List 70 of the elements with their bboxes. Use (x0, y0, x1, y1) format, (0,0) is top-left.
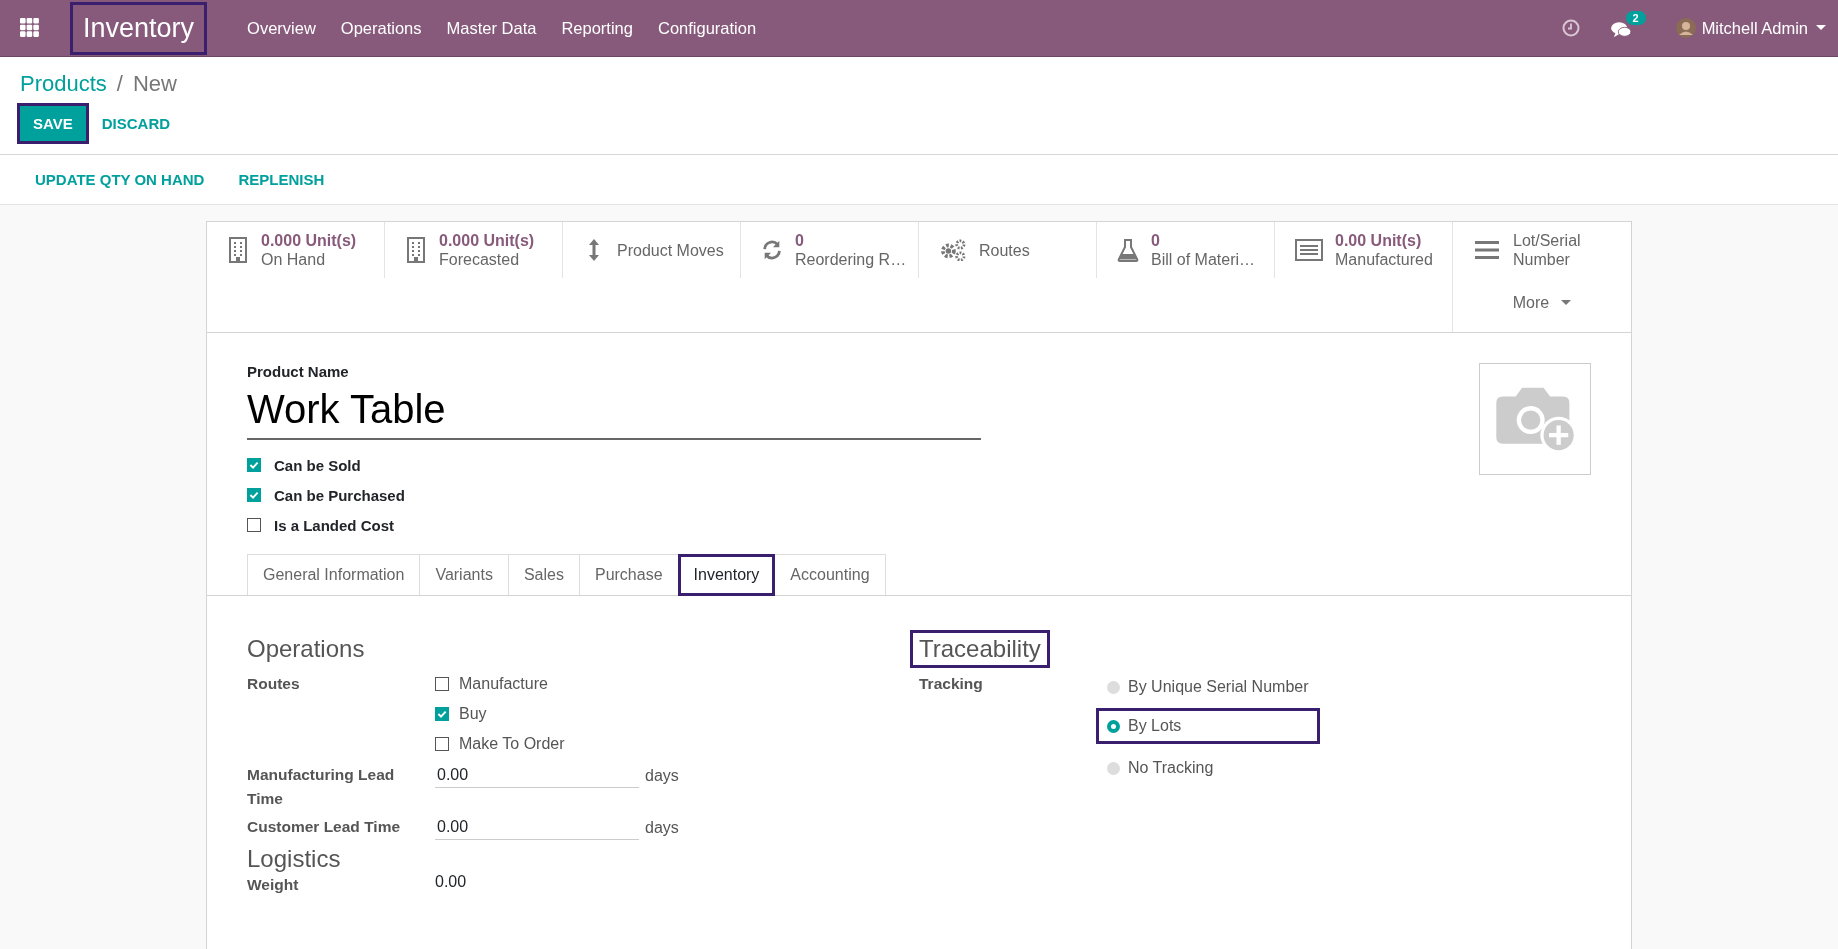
unit-label: days (645, 818, 679, 838)
building-icon (405, 237, 427, 263)
menu-item[interactable]: Operations (340, 18, 422, 38)
flask-icon (1117, 237, 1139, 263)
stat-button[interactable]: 0.000 Unit(s) On Hand (207, 222, 385, 278)
tab[interactable]: General Information (247, 554, 421, 595)
caret-icon (1561, 300, 1572, 306)
checkbox-label: Manufacture (459, 675, 548, 693)
menu-item[interactable]: Reporting (561, 18, 633, 38)
image-upload-button[interactable] (1479, 363, 1591, 475)
apps-grid-icon[interactable] (20, 18, 40, 38)
checkbox-label: Can be Purchased (274, 486, 405, 504)
field-label: Product Name (247, 363, 350, 380)
checkbox[interactable] (247, 458, 261, 472)
breadcrumb-current: New (132, 71, 177, 97)
checkbox[interactable] (435, 677, 449, 691)
section-title: Operations (246, 634, 366, 664)
field-label: Manufacturing Lead Time (247, 765, 396, 809)
checkbox-label: Make To Order (459, 735, 565, 753)
avatar-icon[interactable] (1675, 18, 1696, 38)
breadcrumb-link[interactable]: Products (20, 71, 107, 97)
field-label: Weight (247, 875, 300, 895)
checkbox-label: Is a Landed Cost (274, 516, 395, 534)
user-menu[interactable]: Mitchell Admin (1701, 18, 1808, 38)
app-name[interactable]: Inventory (70, 1, 208, 55)
stat-button[interactable]: 0 Bill of Materi… (1097, 222, 1275, 278)
breadcrumb-separator: / (116, 71, 123, 97)
checkbox[interactable] (247, 488, 261, 502)
menu-item[interactable]: Master Data (446, 18, 537, 38)
menu-icon (1473, 239, 1501, 261)
stat-button[interactable]: 0 Reordering R… (741, 222, 919, 278)
stat-button[interactable]: Product Moves (563, 222, 741, 278)
message-count-badge: 2 (1625, 11, 1646, 25)
tab[interactable]: Accounting (774, 554, 886, 595)
checkbox[interactable] (435, 707, 449, 721)
checkbox[interactable] (435, 737, 449, 751)
clock-icon[interactable] (1561, 19, 1580, 37)
action-button[interactable]: REPLENISH (235, 162, 328, 197)
more-dropdown[interactable]: More (1453, 278, 1631, 328)
radio-option[interactable]: By Unique Serial Number (1096, 666, 1320, 708)
action-button[interactable]: UPDATE QTY ON HAND (32, 162, 208, 197)
unit-label: days (645, 766, 679, 786)
field-value: 0.00 (435, 873, 467, 891)
radio-button[interactable] (1107, 761, 1120, 775)
radio-option[interactable]: By Lots (1096, 708, 1320, 744)
section-title: Traceability (910, 630, 1050, 668)
radio-button[interactable] (1107, 680, 1120, 694)
field-label: Customer Lead Time (247, 817, 402, 837)
tab[interactable]: Inventory (677, 554, 776, 596)
save-button[interactable]: SAVE (17, 103, 89, 144)
menu-item[interactable]: Overview (247, 18, 316, 38)
stat-button[interactable]: Routes (919, 222, 1097, 278)
chat-icon[interactable] (1609, 21, 1632, 39)
caret-icon[interactable] (1816, 25, 1826, 31)
menu-item[interactable]: Configuration (657, 18, 757, 38)
radio-button[interactable] (1107, 719, 1120, 733)
stat-button[interactable]: 0.000 Unit(s) Forecasted (385, 222, 563, 278)
checkbox-label: Buy (459, 705, 487, 723)
checkbox[interactable] (247, 518, 261, 532)
list-icon (1295, 239, 1323, 261)
section-title: Logistics (246, 844, 342, 874)
stat-button[interactable]: Lot/Serial Number (1453, 222, 1631, 278)
field-label: Routes (247, 674, 301, 694)
field-label: Tracking (919, 674, 984, 694)
stat-button[interactable]: 0.00 Unit(s) Manufactured (1275, 222, 1453, 278)
building-icon (227, 237, 249, 263)
radio-option[interactable]: No Tracking (1096, 747, 1320, 789)
checkbox-label: Can be Sold (274, 456, 361, 474)
gears-icon (939, 239, 967, 261)
discard-button[interactable]: DISCARD (98, 106, 174, 141)
